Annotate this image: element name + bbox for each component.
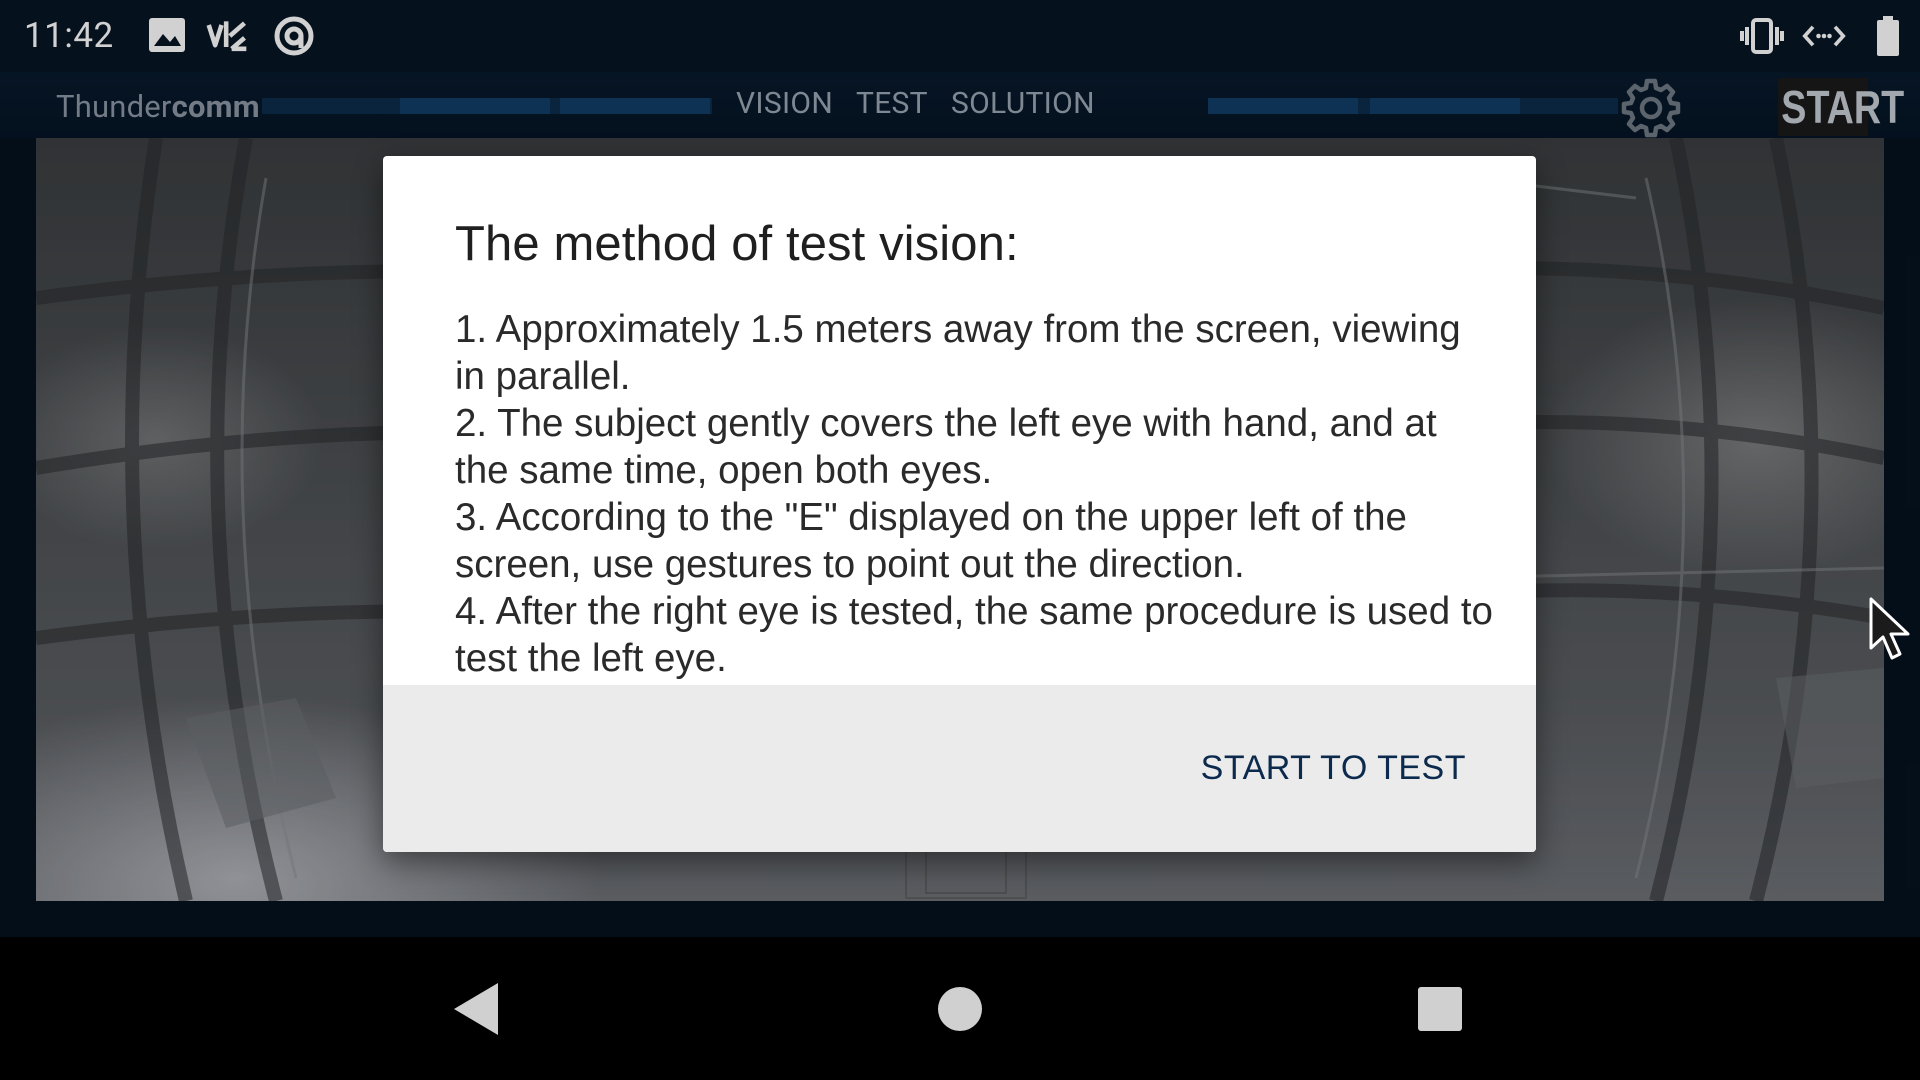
system-navigation-bar <box>0 937 1920 1080</box>
instruction-step: 2. The subject gently covers the left ey… <box>455 402 1437 492</box>
dialog-body: 1. Approximately 1.5 meters away from th… <box>455 306 1495 682</box>
vision-test-dialog: The method of test vision: 1. Approximat… <box>383 156 1536 852</box>
start-to-test-button[interactable]: START TO TEST <box>1201 749 1466 788</box>
recents-square-icon[interactable] <box>1408 977 1472 1041</box>
dialog-title: The method of test vision: <box>455 217 1019 271</box>
instruction-step: 4. After the right eye is tested, the sa… <box>455 590 1493 680</box>
dialog-footer: START TO TEST <box>383 685 1536 852</box>
mouse-cursor-icon <box>1869 597 1910 660</box>
instruction-step: 3. According to the "E" displayed on the… <box>455 496 1407 586</box>
home-circle-icon[interactable] <box>928 977 992 1041</box>
back-triangle-icon[interactable] <box>446 977 510 1041</box>
instruction-step: 1. Approximately 1.5 meters away from th… <box>455 308 1461 398</box>
